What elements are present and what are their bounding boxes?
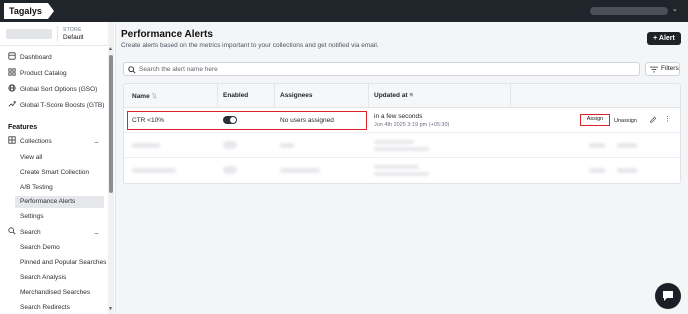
scroll-up-icon[interactable]: ▲ <box>108 46 113 52</box>
sidebar-item-pinned-popular-searches[interactable]: Pinned and Popular Searches <box>20 257 106 269</box>
column-header-name[interactable]: Name ⇅ <box>132 92 157 100</box>
blurred-toggle <box>223 166 237 174</box>
table-row-blurred <box>124 158 680 183</box>
search-icon <box>128 66 136 74</box>
updated-absolute: Jun 4th 2025 3:19 pm (+05:30) <box>374 122 450 128</box>
chat-icon <box>663 291 673 301</box>
sidebar-item-view-all[interactable]: View all <box>20 152 42 164</box>
assign-button[interactable]: Assign <box>580 114 610 126</box>
page-title: Performance Alerts <box>121 29 213 40</box>
sidebar-item-search-analysis[interactable]: Search Analysis <box>20 272 66 284</box>
sidebar-item-search[interactable]: Search <box>8 227 41 239</box>
sidebar-item-performance-alerts[interactable]: Performance Alerts <box>15 196 104 208</box>
collapse-search-icon[interactable]: − <box>94 229 99 238</box>
collapse-collections-icon[interactable]: − <box>94 138 99 147</box>
sort-icon[interactable]: ⇅ <box>152 93 157 100</box>
sidebar-item-label: Product Catalog <box>20 70 67 77</box>
collections-icon <box>8 136 16 144</box>
top-bar: Tagalys ⌄ <box>0 0 688 22</box>
globe-icon <box>8 84 16 92</box>
search-icon <box>8 227 16 235</box>
edit-icon[interactable] <box>649 116 657 124</box>
sidebar-item-label: Global Sort Options (GSO) <box>20 86 98 93</box>
blurred-text <box>132 168 176 173</box>
grid-icon <box>8 68 16 76</box>
blurred-text <box>617 143 637 148</box>
sidebar-item-label: Search <box>20 229 41 236</box>
chevron-down-icon[interactable]: ⌄ <box>672 5 678 13</box>
add-alert-button[interactable]: + Alert <box>647 32 681 45</box>
sidebar: STORE Default Dashboard Product Catalog … <box>0 22 116 314</box>
column-divider <box>368 84 369 108</box>
blurred-toggle <box>223 141 237 149</box>
dashboard-icon <box>8 52 16 60</box>
sidebar-item-collections[interactable]: Collections <box>8 136 52 148</box>
sidebar-item-create-smart-collection[interactable]: Create Smart Collection <box>20 167 89 179</box>
column-header-enabled: Enabled <box>223 92 249 99</box>
blurred-text <box>132 143 160 148</box>
table-row-blurred <box>124 133 680 158</box>
sort-desc-icon[interactable]: ≡ <box>409 92 413 99</box>
blurred-text <box>589 168 605 173</box>
trend-icon <box>8 101 16 107</box>
store-label: STORE <box>63 27 82 33</box>
updated-relative: in a few seconds <box>374 113 423 120</box>
column-divider <box>217 84 218 108</box>
sidebar-item-dashboard[interactable]: Dashboard <box>8 52 52 64</box>
sidebar-item-gso[interactable]: Global Sort Options (GSO) <box>8 84 97 96</box>
store-value: Default <box>63 34 84 41</box>
divider <box>57 26 58 42</box>
filters-button[interactable]: Filters <box>645 62 680 76</box>
store-switcher[interactable]: STORE Default <box>0 22 108 46</box>
column-header-assignees: Assignees <box>280 92 313 99</box>
sidebar-item-merchandised-searches[interactable]: Merchandised Searches <box>20 287 90 299</box>
blurred-text <box>589 143 605 148</box>
highlight-annotation <box>127 111 367 130</box>
sidebar-item-product-catalog[interactable]: Product Catalog <box>8 68 67 80</box>
tagalys-logo[interactable]: Tagalys <box>4 3 54 19</box>
blurred-text <box>280 143 294 148</box>
scroll-down-icon[interactable]: ▼ <box>108 306 113 312</box>
account-menu[interactable] <box>590 7 668 15</box>
filters-label: Filters <box>661 65 679 72</box>
sidebar-item-search-demo[interactable]: Search Demo <box>20 242 60 254</box>
filter-icon <box>650 66 658 73</box>
sidebar-item-gtb[interactable]: Global T-Score Boosts (GTB) <box>8 100 104 112</box>
blurred-text <box>374 165 419 169</box>
blurred-text <box>374 147 429 151</box>
features-heading: Features <box>8 124 38 131</box>
column-header-updated-at[interactable]: Updated at ≡ <box>374 92 413 99</box>
column-divider <box>510 84 511 108</box>
sidebar-item-label: Collections <box>20 138 52 145</box>
sidebar-item-search-redirects[interactable]: Search Redirects <box>20 302 70 314</box>
blurred-text <box>280 168 320 173</box>
sidebar-item-ab-testing[interactable]: A/B Testing <box>20 182 53 194</box>
blurred-text <box>617 168 637 173</box>
store-logo <box>6 29 52 39</box>
sidebar-item-label: Dashboard <box>20 54 52 61</box>
search-input[interactable] <box>139 63 634 75</box>
table-row[interactable]: CTR <10% No users assigned in a few seco… <box>124 108 680 133</box>
page-subtitle: Create alerts based on the metrics impor… <box>121 42 379 49</box>
blurred-text <box>374 140 414 144</box>
search-box <box>123 62 640 76</box>
sidebar-scroll-thumb[interactable] <box>109 55 113 193</box>
column-divider <box>274 84 275 108</box>
alerts-table: Name ⇅ Enabled Assignees Updated at ≡ CT… <box>123 83 681 184</box>
blurred-text <box>374 172 429 176</box>
chat-support-button[interactable] <box>655 283 681 309</box>
sidebar-item-settings[interactable]: Settings <box>20 211 44 223</box>
more-options-icon[interactable]: ⋮ <box>664 115 671 123</box>
sidebar-item-label: Global T-Score Boosts (GTB) <box>20 102 105 109</box>
table-header: Name ⇅ Enabled Assignees Updated at ≡ <box>124 84 680 108</box>
unassign-button[interactable]: Unassign <box>614 118 637 124</box>
